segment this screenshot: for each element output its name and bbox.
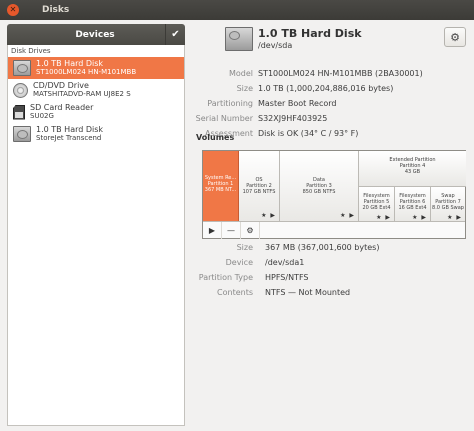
section-label-disk-drives: Disk Drives xyxy=(11,47,51,55)
extended-partition-4[interactable]: Extended Partition Partition 4 43 GB xyxy=(359,151,466,187)
devices-header: Devices ✔ xyxy=(7,24,185,45)
property-label: Partition Type xyxy=(198,273,253,282)
partition-status-icons: ★ ▶ xyxy=(340,212,355,219)
volumes-heading: Volumes xyxy=(196,133,235,142)
partition-settings-button[interactable]: ⚙ xyxy=(241,221,260,239)
partition-name: Filesystem xyxy=(399,193,426,199)
property-label: Model xyxy=(228,69,253,78)
volume-contents: Contents NTFS — Not Mounted xyxy=(0,288,474,300)
partition-size: 367 MB NT... xyxy=(204,187,237,193)
property-label: Serial Number xyxy=(195,114,253,123)
partition-size: 8.0 GB Swap xyxy=(432,205,464,211)
property-label: Partitioning xyxy=(207,99,253,108)
partition-size: 850 GB NTFS xyxy=(302,189,336,195)
partition-size: 16 GB Ext4 xyxy=(398,205,427,211)
partition-name: Filesystem xyxy=(363,193,390,199)
device-name: 1.0 TB Hard Disk xyxy=(36,59,104,68)
volume-device: Device /dev/sda1 xyxy=(0,258,474,270)
partition-size: 107 GB NTFS xyxy=(242,189,276,195)
property-size: Size 1.0 TB (1,000,204,886,016 bytes) xyxy=(0,84,474,96)
partition-1[interactable]: System Re... Partition 1 367 MB NT... xyxy=(203,151,239,221)
volume-toolbar: ▶ — ⚙ xyxy=(203,221,465,239)
property-value: 1.0 TB (1,000,204,886,016 bytes) xyxy=(258,84,394,93)
partition-6[interactable]: Filesystem Partition 6 16 GB Ext4 ★ ▶ xyxy=(395,187,431,221)
property-value: HPFS/NTFS xyxy=(265,273,309,282)
close-button[interactable]: ✕ xyxy=(7,4,19,16)
property-label: Size xyxy=(236,243,253,252)
partition-7[interactable]: Swap Partition 7 8.0 GB Swap ★ ▶ xyxy=(431,187,465,221)
property-partitioning: Partitioning Master Boot Record xyxy=(0,99,474,111)
property-value: /dev/sda1 xyxy=(265,258,305,267)
property-label: Contents xyxy=(217,288,253,297)
volume-size: Size 367 MB (367,001,600 bytes) xyxy=(0,243,474,255)
property-value: 367 MB (367,001,600 bytes) xyxy=(265,243,380,252)
property-assessment: Assessment Disk is OK (34° C / 93° F) xyxy=(0,129,474,141)
property-value: NTFS — Not Mounted xyxy=(265,288,351,297)
property-value: Master Boot Record xyxy=(258,99,337,108)
partition-size: 43 GB xyxy=(404,169,421,175)
disk-header-icon xyxy=(225,27,253,51)
play-icon: ▶ xyxy=(208,225,216,235)
partition-name: Swap xyxy=(441,193,455,199)
partition-name: System Re... xyxy=(204,175,237,181)
property-label: Size xyxy=(236,84,253,93)
property-value: ST1000LM024 HN-M101MBB (2BA30001) xyxy=(258,69,423,78)
partition-status-icons: ★ ▶ xyxy=(261,212,276,219)
property-value: S32XJ9HF403925 xyxy=(258,114,328,123)
close-icon[interactable]: ✕ xyxy=(10,6,17,14)
gear-icon: ⚙ xyxy=(450,30,460,44)
gears-icon: ⚙ xyxy=(246,225,254,235)
partition-2[interactable]: OS Partition 2 107 GB NTFS ★ ▶ xyxy=(239,151,280,221)
mount-button[interactable]: ▶ xyxy=(203,221,222,239)
partition-5[interactable]: Filesystem Partition 5 20 GB Ext4 ★ ▶ xyxy=(359,187,395,221)
property-value: Disk is OK (34° C / 93° F) xyxy=(258,129,359,138)
devices-title: Devices xyxy=(75,29,115,40)
partition-name: Data xyxy=(313,177,325,183)
volume-map: System Re... Partition 1 367 MB NT... OS… xyxy=(202,150,466,239)
disk-title: 1.0 TB Hard Disk xyxy=(258,27,362,40)
check-icon[interactable]: ✔ xyxy=(165,24,185,45)
disk-path: /dev/sda xyxy=(258,41,293,50)
delete-partition-button[interactable]: — xyxy=(222,221,241,239)
partition-3[interactable]: Data Partition 3 850 GB NTFS ★ ▶ xyxy=(280,151,359,221)
property-label: Device xyxy=(225,258,253,267)
property-serial-number: Serial Number S32XJ9HF403925 xyxy=(0,114,474,126)
partition-name: OS xyxy=(255,177,263,183)
volume-partition-type: Partition Type HPFS/NTFS xyxy=(0,273,474,285)
partition-size: 20 GB Ext4 xyxy=(362,205,391,211)
property-model: Model ST1000LM024 HN-M101MBB (2BA30001) xyxy=(0,69,474,81)
minus-icon: — xyxy=(227,225,235,235)
window-title: Disks xyxy=(42,5,70,15)
disk-menu-button[interactable]: ⚙ xyxy=(444,27,466,47)
title-bar: ✕ Disks xyxy=(0,0,474,20)
